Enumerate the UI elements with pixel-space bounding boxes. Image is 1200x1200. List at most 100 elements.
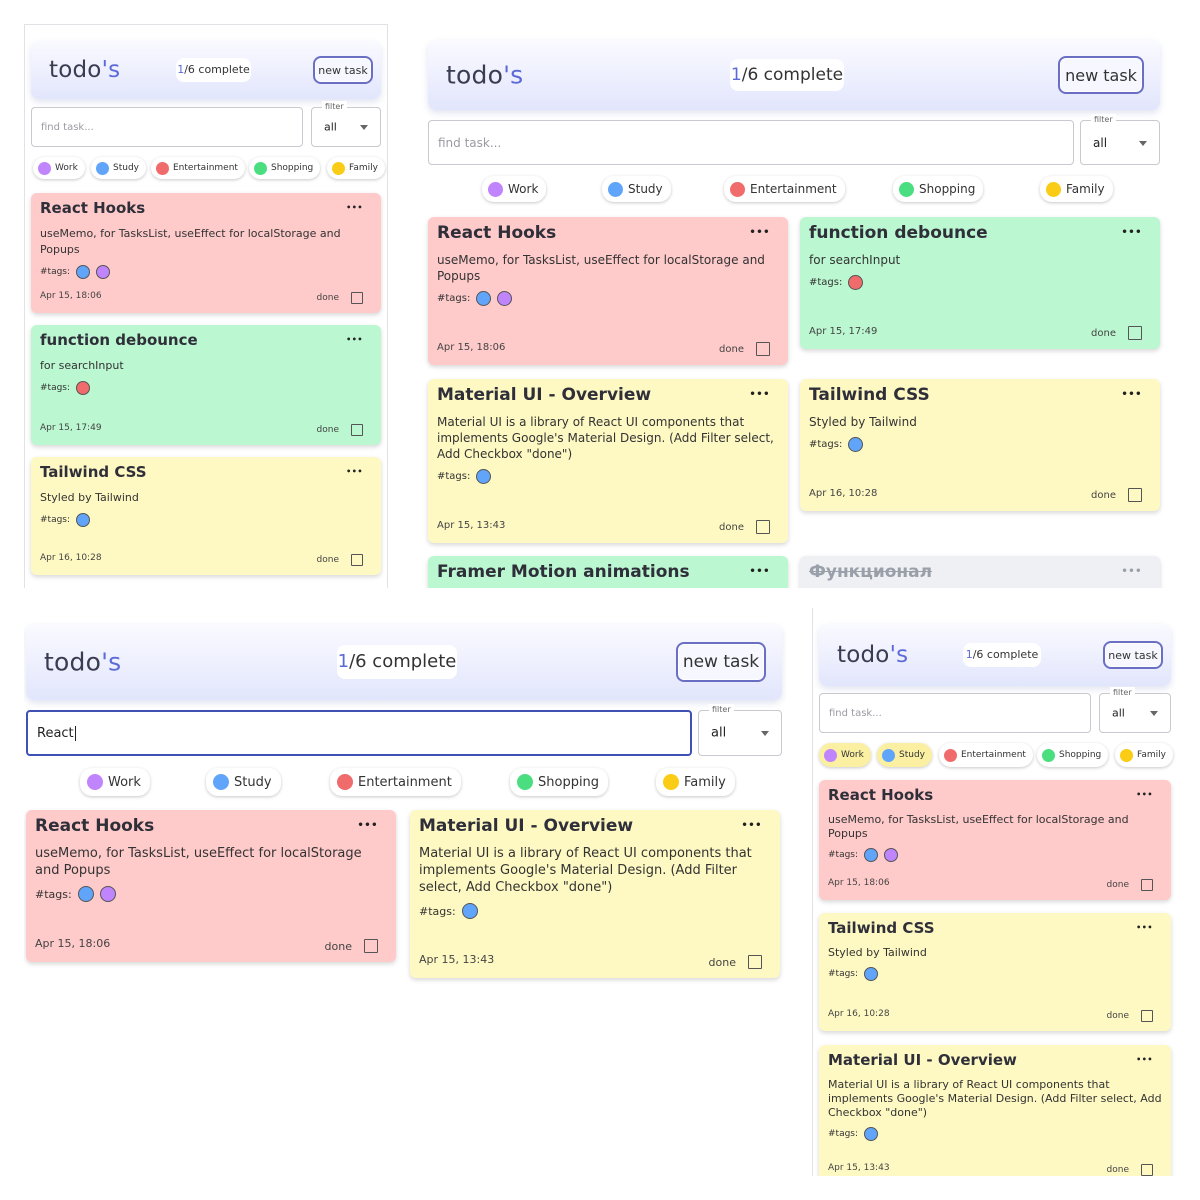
category-dot-icon bbox=[730, 181, 745, 197]
checkbox-icon[interactable] bbox=[1141, 1010, 1153, 1022]
more-options-icon[interactable]: ••• bbox=[741, 820, 762, 831]
more-options-icon[interactable]: ••• bbox=[1136, 1055, 1153, 1064]
category-chip-study[interactable]: Study bbox=[206, 768, 281, 796]
done-checkbox[interactable]: done bbox=[709, 955, 762, 969]
task-tags: #tags: bbox=[809, 437, 864, 452]
done-checkbox[interactable]: done bbox=[317, 424, 363, 436]
category-chip-label: Shopping bbox=[271, 163, 314, 173]
done-checkbox[interactable]: done bbox=[317, 554, 363, 566]
category-chip-study[interactable]: Study bbox=[877, 743, 932, 767]
done-label: done bbox=[316, 293, 339, 303]
app-logo: todo's bbox=[446, 61, 523, 90]
checkbox-icon[interactable] bbox=[748, 955, 762, 969]
more-options-icon[interactable]: ••• bbox=[346, 335, 363, 344]
done-checkbox[interactable]: done bbox=[719, 342, 770, 356]
category-chip-family[interactable]: Family bbox=[1115, 743, 1173, 767]
checkbox-icon[interactable] bbox=[351, 554, 363, 566]
category-dot-icon bbox=[882, 748, 895, 762]
done-checkbox[interactable]: done bbox=[1091, 488, 1142, 502]
category-chip-family[interactable]: Family bbox=[1040, 176, 1113, 202]
category-chip-shopping[interactable]: Shopping bbox=[510, 768, 609, 796]
checkbox-icon[interactable] bbox=[364, 939, 378, 953]
category-chip-work[interactable]: Work bbox=[80, 768, 150, 796]
tag-dot-icon bbox=[76, 265, 91, 279]
category-chip-work[interactable]: Work bbox=[33, 157, 85, 179]
more-options-icon[interactable]: ••• bbox=[346, 467, 363, 476]
more-options-icon[interactable]: ••• bbox=[749, 227, 770, 238]
search-input[interactable]: React bbox=[26, 710, 692, 756]
category-chip-study[interactable]: Study bbox=[602, 176, 671, 202]
panel-desktop-default: todo's 1/6 complete new task find task... fi… bbox=[420, 24, 1168, 588]
checkbox-icon[interactable] bbox=[351, 292, 363, 304]
category-chip-label: Work bbox=[841, 750, 864, 760]
more-options-icon[interactable]: ••• bbox=[346, 203, 363, 212]
tags-label: #tags: bbox=[809, 439, 843, 450]
category-chip-shopping[interactable]: Shopping bbox=[249, 157, 321, 179]
done-checkbox[interactable]: done bbox=[317, 292, 363, 304]
category-chip-entertainment[interactable]: Entertainment bbox=[724, 176, 845, 202]
checkbox-icon[interactable] bbox=[351, 424, 363, 436]
filter-select[interactable]: filter all bbox=[1080, 114, 1160, 165]
done-checkbox[interactable]: done bbox=[1107, 1010, 1153, 1022]
new-task-button[interactable]: new task bbox=[1058, 56, 1144, 94]
checkbox-icon[interactable] bbox=[1128, 326, 1142, 340]
logo-accent: 's bbox=[889, 642, 909, 668]
search-placeholder: find task... bbox=[438, 135, 502, 150]
new-task-button[interactable]: new task bbox=[676, 642, 766, 682]
checkbox-icon[interactable] bbox=[756, 342, 770, 356]
task-title: Tailwind CSS bbox=[40, 463, 147, 481]
task-description: Styled by Tailwind bbox=[828, 946, 927, 959]
task-description: Material UI is a library of React UI com… bbox=[419, 846, 752, 895]
task-description: useMemo, for TasksList, useEffect for lo… bbox=[40, 227, 341, 256]
category-chip-work[interactable]: Work bbox=[819, 743, 871, 767]
filter-select[interactable]: filter all bbox=[698, 704, 782, 756]
tags-label: #tags: bbox=[40, 267, 71, 277]
new-task-button[interactable]: new task bbox=[1103, 641, 1163, 669]
filter-select[interactable]: filter all bbox=[1099, 687, 1171, 733]
category-chip-label: Shopping bbox=[1059, 750, 1102, 760]
done-checkbox[interactable]: done bbox=[325, 939, 378, 953]
done-checkbox[interactable]: done bbox=[719, 520, 770, 534]
more-options-icon[interactable]: ••• bbox=[1121, 227, 1142, 238]
search-input[interactable]: find task... bbox=[31, 107, 303, 147]
filter-select[interactable]: filter all bbox=[311, 101, 381, 147]
logo-text: todo bbox=[44, 647, 102, 677]
category-chip-work[interactable]: Work bbox=[482, 176, 547, 202]
search-input[interactable]: find task... bbox=[819, 693, 1091, 733]
category-chip-label: Family bbox=[1066, 182, 1105, 196]
checkbox-icon[interactable] bbox=[1128, 488, 1142, 502]
logo-text: todo bbox=[49, 57, 102, 83]
more-options-icon[interactable]: ••• bbox=[357, 820, 378, 831]
more-options-icon[interactable]: ••• bbox=[1121, 389, 1142, 400]
app-header: todo's 1/6 complete new task bbox=[819, 624, 1171, 686]
category-chip-shopping[interactable]: Shopping bbox=[893, 176, 984, 202]
task-card: Material UI - Overview ••• Material UI is … bbox=[819, 1045, 1171, 1176]
tag-dot-icon bbox=[864, 848, 879, 862]
category-chip-shopping[interactable]: Shopping bbox=[1037, 743, 1109, 767]
checkbox-icon[interactable] bbox=[1141, 879, 1153, 891]
done-checkbox[interactable]: done bbox=[1107, 1164, 1153, 1176]
more-options-icon[interactable]: ••• bbox=[749, 389, 770, 400]
category-chip-family[interactable]: Family bbox=[327, 157, 385, 179]
checkbox-icon[interactable] bbox=[756, 520, 770, 534]
checkbox-icon[interactable] bbox=[1141, 1164, 1153, 1176]
category-chip-entertainment[interactable]: Entertainment bbox=[939, 743, 1033, 767]
tag-dot-icon bbox=[848, 275, 864, 290]
category-chip-label: Entertainment bbox=[961, 750, 1026, 760]
done-checkbox[interactable]: done bbox=[1107, 879, 1153, 891]
category-chip-family[interactable]: Family bbox=[656, 768, 735, 796]
search-input[interactable]: find task... bbox=[428, 120, 1074, 165]
category-chip-entertainment[interactable]: Entertainment bbox=[330, 768, 461, 796]
done-label: done bbox=[324, 939, 352, 953]
category-chip-entertainment[interactable]: Entertainment bbox=[151, 157, 245, 179]
more-options-icon[interactable]: ••• bbox=[1136, 923, 1153, 932]
category-chip-study[interactable]: Study bbox=[91, 157, 146, 179]
progress-done-count: 1 bbox=[337, 651, 350, 672]
more-options-icon[interactable]: ••• bbox=[1136, 790, 1153, 799]
done-checkbox[interactable]: done bbox=[1091, 326, 1142, 340]
logo-text: todo bbox=[446, 60, 504, 90]
more-options-icon[interactable]: ••• bbox=[749, 566, 770, 577]
new-task-button[interactable]: new task bbox=[313, 56, 373, 84]
filter-value: all bbox=[1112, 706, 1125, 720]
more-options-icon[interactable]: ••• bbox=[1121, 566, 1142, 577]
